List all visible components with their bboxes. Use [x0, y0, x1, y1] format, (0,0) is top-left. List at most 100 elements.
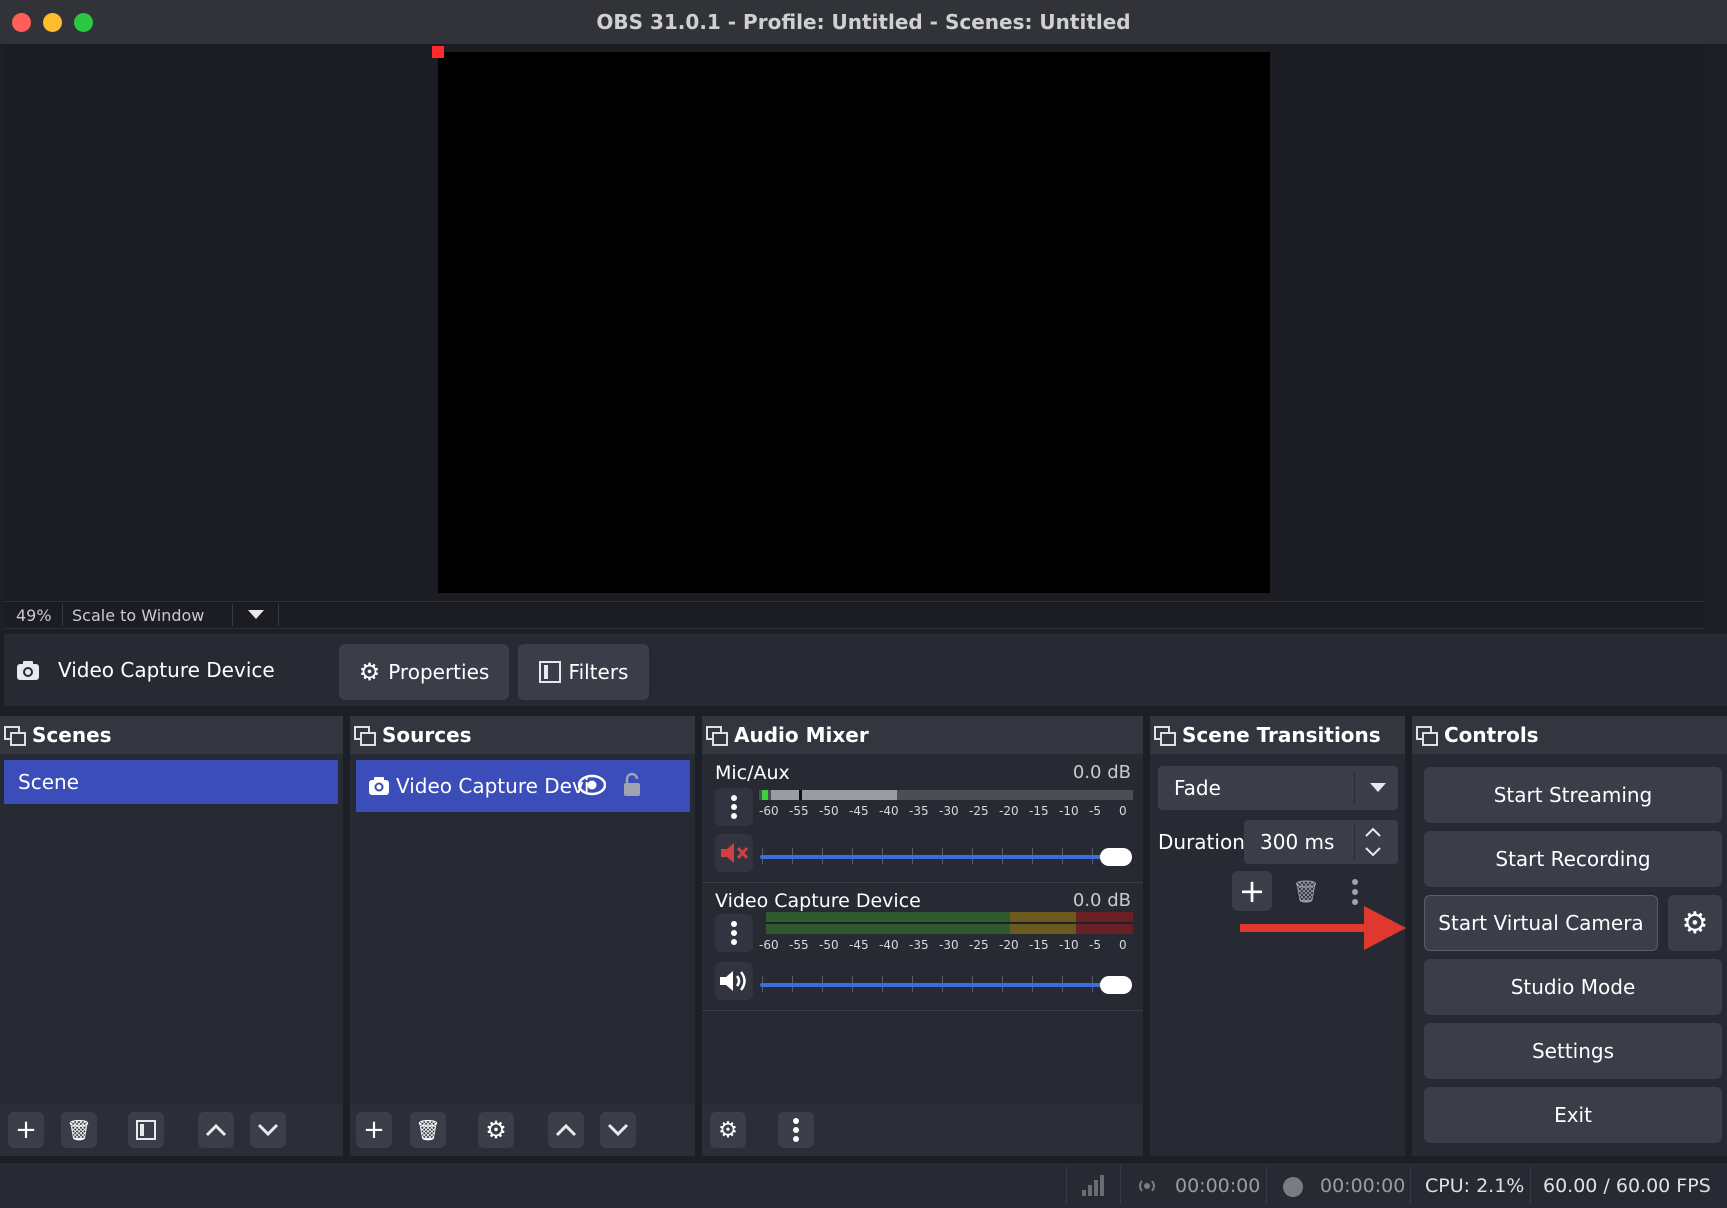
volume-slider[interactable] [760, 983, 1130, 987]
properties-button[interactable]: ⚙ Properties [339, 644, 509, 700]
advanced-audio-button[interactable]: ⚙ [710, 1112, 746, 1148]
source-resize-handle[interactable] [432, 46, 444, 58]
gear-icon: ⚙ [485, 1116, 507, 1144]
scenes-toolbar: + 🗑 [0, 1104, 343, 1156]
mute-button[interactable] [715, 834, 753, 872]
chevron-up-icon[interactable] [1364, 826, 1382, 838]
lock-icon[interactable] [622, 772, 642, 798]
meter-tick-label: -55 [789, 938, 809, 952]
channel-menu-button[interactable] [715, 914, 753, 952]
more-vertical-icon [731, 795, 737, 819]
start-virtual-camera-button[interactable]: Start Virtual Camera [1424, 895, 1658, 951]
dock-icon[interactable] [4, 726, 26, 746]
dock-icon[interactable] [706, 726, 728, 746]
move-source-down-button[interactable] [600, 1112, 636, 1148]
mute-button[interactable] [715, 962, 753, 1000]
sources-toolbar: + 🗑 ⚙ [350, 1104, 695, 1156]
stream-time: 00:00:00 [1175, 1175, 1261, 1197]
scenes-header: Scenes [0, 716, 343, 754]
chevron-down-icon [257, 1123, 279, 1137]
gear-icon: ⚙ [1681, 905, 1709, 941]
remove-scene-button[interactable]: 🗑 [61, 1112, 97, 1148]
scene-transitions-title: Scene Transitions [1182, 723, 1381, 747]
settings-button[interactable]: Settings [1424, 1023, 1722, 1079]
remove-source-button[interactable]: 🗑 [410, 1112, 446, 1148]
scenes-dock: Scenes Scene + 🗑 [0, 716, 343, 1156]
duration-value: 300 ms [1260, 830, 1335, 854]
speaker-muted-icon [721, 843, 749, 863]
meter-tick-label: -40 [879, 804, 899, 818]
gears-icon: ⚙ [718, 1117, 738, 1143]
channel-menu-button[interactable] [715, 788, 753, 826]
scenes-title: Scenes [32, 723, 112, 747]
audio-mixer-dock: Audio Mixer Mic/Aux 0.0 dB -60 -55 -50 -45-… [702, 716, 1143, 1156]
channel-name: Video Capture Device [715, 890, 921, 912]
meter-tick-label: -30 [939, 804, 959, 818]
meter-tick-label: -50 [819, 938, 839, 952]
meter-tick-label: -60 [759, 938, 779, 952]
volume-slider-handle[interactable] [1100, 848, 1132, 866]
meter-tick-label: -40 [879, 938, 899, 952]
dock-icon[interactable] [354, 726, 376, 746]
virtual-camera-settings-button[interactable]: ⚙ [1668, 895, 1722, 951]
source-properties-button[interactable]: ⚙ [478, 1112, 514, 1148]
preview-canvas[interactable] [438, 52, 1270, 593]
preview-zoom-bar: 49% Scale to Window [4, 601, 1704, 629]
trash-icon: 🗑 [415, 1118, 441, 1142]
meter-scale: -60 -55 -50 -45 -40 -35 -30 -25 -20 -15 -10 -5 0 [759, 938, 1133, 954]
studio-mode-button[interactable]: Studio Mode [1424, 959, 1722, 1015]
filters-button[interactable]: Filters [518, 644, 649, 700]
dock-icon[interactable] [1154, 726, 1176, 746]
plus-icon: + [15, 1115, 37, 1145]
start-streaming-button[interactable]: Start Streaming [1424, 767, 1722, 823]
chevron-up-icon [205, 1123, 227, 1137]
trash-icon: 🗑 [66, 1118, 92, 1142]
scale-mode-select[interactable]: Scale to Window [72, 606, 204, 625]
move-scene-up-button[interactable] [198, 1112, 234, 1148]
meter-tick-label: -35 [909, 804, 929, 818]
meter-tick-label: -5 [1089, 938, 1101, 952]
cpu-usage: CPU: 2.1% [1425, 1175, 1525, 1197]
scene-filters-button[interactable] [128, 1112, 164, 1148]
mixer-channel-video-capture: Video Capture Device 0.0 dB -60 -55 -50 -45… [702, 882, 1143, 1011]
window-title: OBS 31.0.1 - Profile: Untitled - Scenes:… [596, 10, 1131, 34]
streaming-icon [1139, 1180, 1155, 1192]
transition-value: Fade [1174, 776, 1221, 800]
annotation-arrow [1240, 906, 1406, 950]
source-item-label: Video Capture Devi [396, 774, 590, 798]
audio-mixer-title: Audio Mixer [734, 723, 869, 747]
meter-tick-label: 0 [1119, 804, 1127, 818]
start-recording-button[interactable]: Start Recording [1424, 831, 1722, 887]
volume-meter [759, 790, 1133, 800]
fps-readout: 60.00 / 60.00 FPS [1543, 1175, 1711, 1197]
meter-tick-label: -30 [939, 938, 959, 952]
mixer-menu-button[interactable] [778, 1112, 814, 1148]
controls-title: Controls [1444, 723, 1539, 747]
sources-header: Sources [350, 716, 695, 754]
dock-icon[interactable] [1416, 726, 1438, 746]
controls-header: Controls [1412, 716, 1727, 754]
meter-tick-label: -15 [1029, 804, 1049, 818]
add-scene-button[interactable]: + [8, 1112, 44, 1148]
exit-button[interactable]: Exit [1424, 1087, 1722, 1143]
filters-icon [136, 1120, 156, 1140]
chevron-up-icon [555, 1123, 577, 1137]
scene-item[interactable]: Scene [4, 760, 338, 804]
visibility-eye-icon[interactable] [578, 774, 606, 796]
transition-select[interactable]: Fade [1158, 766, 1398, 810]
source-item[interactable]: Video Capture Devi [356, 760, 690, 812]
meter-tick-label: -15 [1029, 938, 1049, 952]
recording-icon [1283, 1177, 1303, 1197]
chevron-down-icon[interactable] [1364, 846, 1382, 858]
scale-mode-dropdown-icon[interactable] [248, 610, 264, 620]
add-source-button[interactable]: + [356, 1112, 392, 1148]
volume-slider[interactable] [760, 855, 1130, 859]
volume-slider-handle[interactable] [1100, 976, 1132, 994]
title-bar: OBS 31.0.1 - Profile: Untitled - Scenes:… [0, 0, 1727, 45]
meter-tick-label: -60 [759, 804, 779, 818]
record-time: 00:00:00 [1320, 1175, 1406, 1197]
zoom-level: 49% [16, 606, 52, 625]
duration-spinbox[interactable]: 300 ms [1244, 820, 1398, 864]
move-source-up-button[interactable] [548, 1112, 584, 1148]
move-scene-down-button[interactable] [250, 1112, 286, 1148]
